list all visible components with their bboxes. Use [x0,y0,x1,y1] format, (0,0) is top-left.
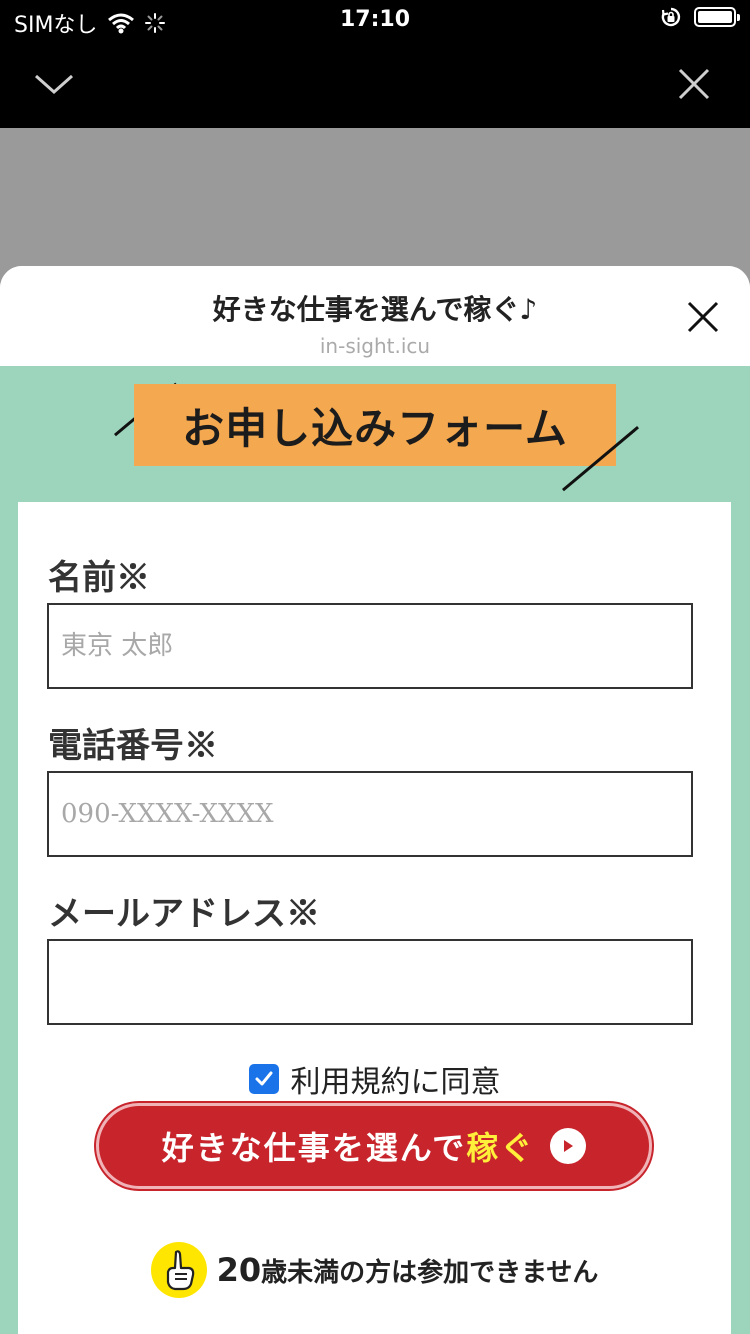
wifi-icon [108,13,135,34]
submit-button[interactable]: 好きな仕事を選んで稼ぐ [96,1103,652,1189]
age-number: 20 [216,1251,262,1289]
status-bar: SIMなし 17:10 [0,0,750,40]
phone-field[interactable] [47,771,693,857]
status-left: SIMなし [14,7,166,39]
form-banner: お申し込みフォーム [134,384,616,466]
terms-label[interactable]: 利用規約に同意 [291,1057,501,1101]
form-section: お申し込みフォーム 名前※ 電話番号※ メールアドレス※ 利用規約に同意 好きな… [0,366,750,1334]
chevron-down-icon[interactable] [32,62,76,106]
orientation-lock-icon [661,7,681,27]
carrier-label: SIMなし [14,13,98,38]
age-notice: 20歳未満の方は参加できません [18,1242,731,1298]
checkmark-icon [255,1071,272,1086]
submit-text-main: 好きな仕事を選んで [161,1129,467,1167]
sheet-title: 好きな仕事を選んで稼ぐ♪ [212,293,538,326]
age-notice-message: 歳未満の方は参加できません [261,1258,599,1288]
pointing-hand-icon [150,1242,207,1298]
loading-spinner-icon [145,13,166,33]
close-icon[interactable] [672,62,716,106]
terms-agree-row: 利用規約に同意 [18,1057,731,1101]
age-notice-text: 20歳未満の方は参加できません [217,1251,599,1289]
submit-label: 好きな仕事を選んで稼ぐ [162,1123,534,1169]
email-field[interactable] [47,939,693,1025]
close-icon[interactable] [686,300,720,334]
name-label: 名前※ [48,558,150,598]
viewer-top-bar [0,40,750,128]
battery-icon [694,7,740,27]
submit-text-highlight: 稼ぐ [466,1129,535,1167]
web-sheet: 好きな仕事を選んで稼ぐ♪ in-sight.icu お申し込みフォーム 名前※ … [0,266,750,1334]
email-label: メールアドレス※ [48,894,320,934]
terms-checkbox[interactable] [248,1064,279,1094]
play-circle-icon [550,1128,587,1164]
sheet-header: 好きな仕事を選んで稼ぐ♪ in-sight.icu [0,266,750,366]
phone-label: 電話番号※ [48,726,218,766]
name-field[interactable] [47,603,693,689]
status-right [660,6,740,28]
sheet-host: in-sight.icu [319,334,431,358]
form-card: 名前※ 電話番号※ メールアドレス※ 利用規約に同意 好きな仕事を選んで稼ぐ [18,502,731,1334]
battery-fill [698,11,732,23]
